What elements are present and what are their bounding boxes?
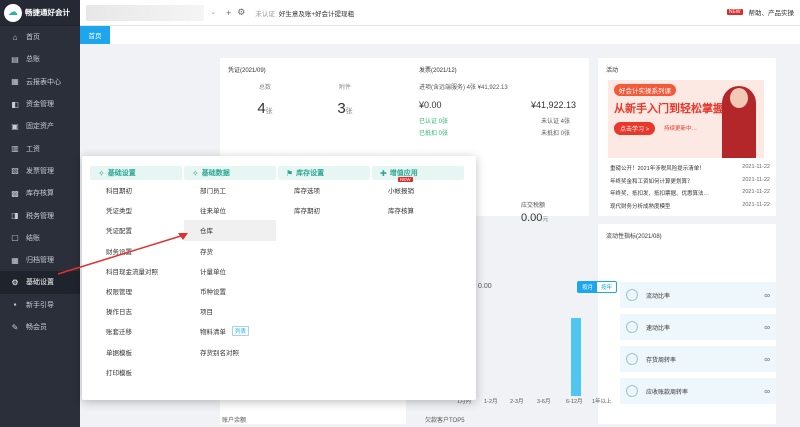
pointer-arrow [57, 233, 188, 275]
